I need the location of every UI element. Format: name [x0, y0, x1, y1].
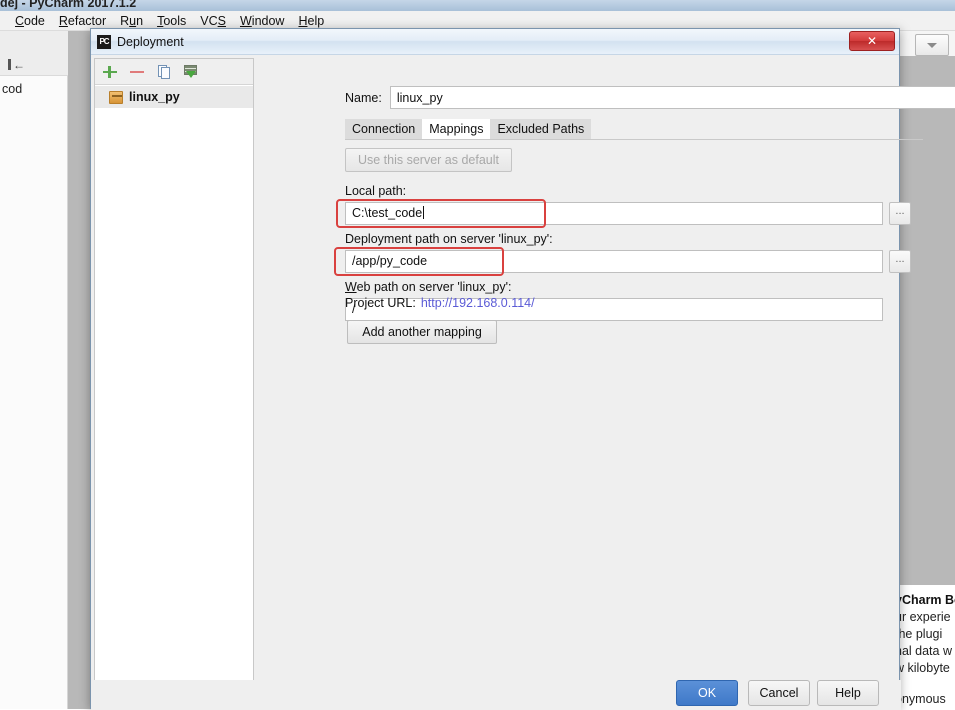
notification-line: nal data w — [895, 644, 955, 658]
dialog-content: Name: Connection Mappings Excluded Paths… — [257, 58, 898, 683]
import-server-button[interactable] — [183, 64, 199, 80]
notification-line: w kilobyte — [895, 661, 955, 675]
deployment-path-browse-button[interactable]: ... — [889, 250, 911, 273]
list-item[interactable]: linux_py — [95, 86, 253, 108]
name-row: Name: — [345, 86, 955, 109]
ide-project-tree-label: cod — [2, 82, 22, 96]
menu-item-vcs[interactable]: VCS — [193, 14, 233, 28]
tab-excluded-paths[interactable]: Excluded Paths — [490, 119, 591, 139]
tab-connection[interactable]: Connection — [345, 119, 422, 139]
chevron-down-icon — [927, 43, 937, 48]
menu-item-code[interactable]: Code — [8, 14, 52, 28]
tab-bar[interactable]: Connection Mappings Excluded Paths — [345, 120, 923, 140]
use-server-as-default-button: Use this server as default — [345, 148, 512, 172]
ide-titlebar: dej - PyCharm 2017.1.2 — [0, 0, 955, 11]
deployment-path-value: /app/py_code — [352, 254, 427, 268]
local-path-browse-button[interactable]: ... — [889, 202, 911, 225]
close-icon[interactable]: ✕ — [849, 31, 895, 51]
text-caret — [423, 206, 424, 219]
tab-mappings[interactable]: Mappings — [422, 119, 490, 139]
ide-run-config-dropdown[interactable] — [915, 34, 949, 56]
name-label: Name: — [345, 91, 382, 105]
dialog-footer: OK Cancel Help — [91, 680, 901, 710]
dialog-titlebar[interactable]: PC Deployment ✕ — [91, 29, 899, 55]
name-input[interactable] — [390, 86, 955, 109]
local-path-value: C:\test_code — [352, 206, 422, 220]
add-server-button[interactable] — [102, 64, 118, 80]
collapse-all-icon[interactable]: ← — [8, 58, 28, 70]
help-button[interactable]: Help — [817, 680, 879, 706]
local-path-input[interactable]: C:\test_code — [345, 202, 883, 225]
remove-server-button[interactable] — [129, 64, 145, 80]
server-name-label: linux_py — [129, 90, 180, 104]
menu-item-window[interactable]: Window — [233, 14, 291, 28]
notification-title: yCharm Bo — [895, 593, 955, 607]
local-path-label: Local path: — [345, 184, 406, 198]
minus-icon — [130, 71, 144, 74]
server-list: linux_py — [95, 86, 253, 682]
deployment-path-input[interactable]: /app/py_code — [345, 250, 883, 273]
deployment-dialog: PC Deployment ✕ — [90, 28, 900, 709]
web-path-label: Web path on server 'linux_py': — [345, 280, 511, 294]
project-url-link[interactable]: http://192.168.0.114/ — [421, 296, 535, 310]
ide-left-strip — [0, 31, 68, 709]
server-list-panel: linux_py — [94, 58, 254, 683]
menu-item-help[interactable]: Help — [291, 14, 331, 28]
copy-server-button[interactable] — [156, 64, 172, 80]
deployment-path-label: Deployment path on server 'linux_py': — [345, 232, 553, 246]
server-icon — [109, 91, 123, 104]
add-another-mapping-button[interactable]: Add another mapping — [347, 320, 497, 344]
menu-item-tools[interactable]: Tools — [150, 14, 193, 28]
ok-button[interactable]: OK — [676, 680, 738, 706]
dialog-title: Deployment — [117, 35, 184, 49]
web-path-label-rest: eb path on server 'linux_py': — [357, 280, 512, 294]
notification-footer: onymous — [895, 692, 955, 706]
menu-item-refactor[interactable]: Refactor — [52, 14, 113, 28]
project-url-label: Project URL: — [345, 296, 416, 310]
cancel-button[interactable]: Cancel — [748, 680, 810, 706]
ide-window-title: dej - PyCharm 2017.1.2 — [0, 0, 136, 10]
menu-item-run[interactable]: Run — [113, 14, 150, 28]
notification-line: ur experie — [895, 610, 955, 624]
dialog-body: linux_py Name: Connection Mappings Exclu… — [91, 55, 901, 680]
project-url-row: Project URL: http://192.168.0.114/ — [345, 296, 535, 310]
server-list-toolbar — [95, 59, 253, 85]
notification-line: the plugi — [895, 627, 955, 641]
pycharm-icon: PC — [97, 35, 111, 49]
